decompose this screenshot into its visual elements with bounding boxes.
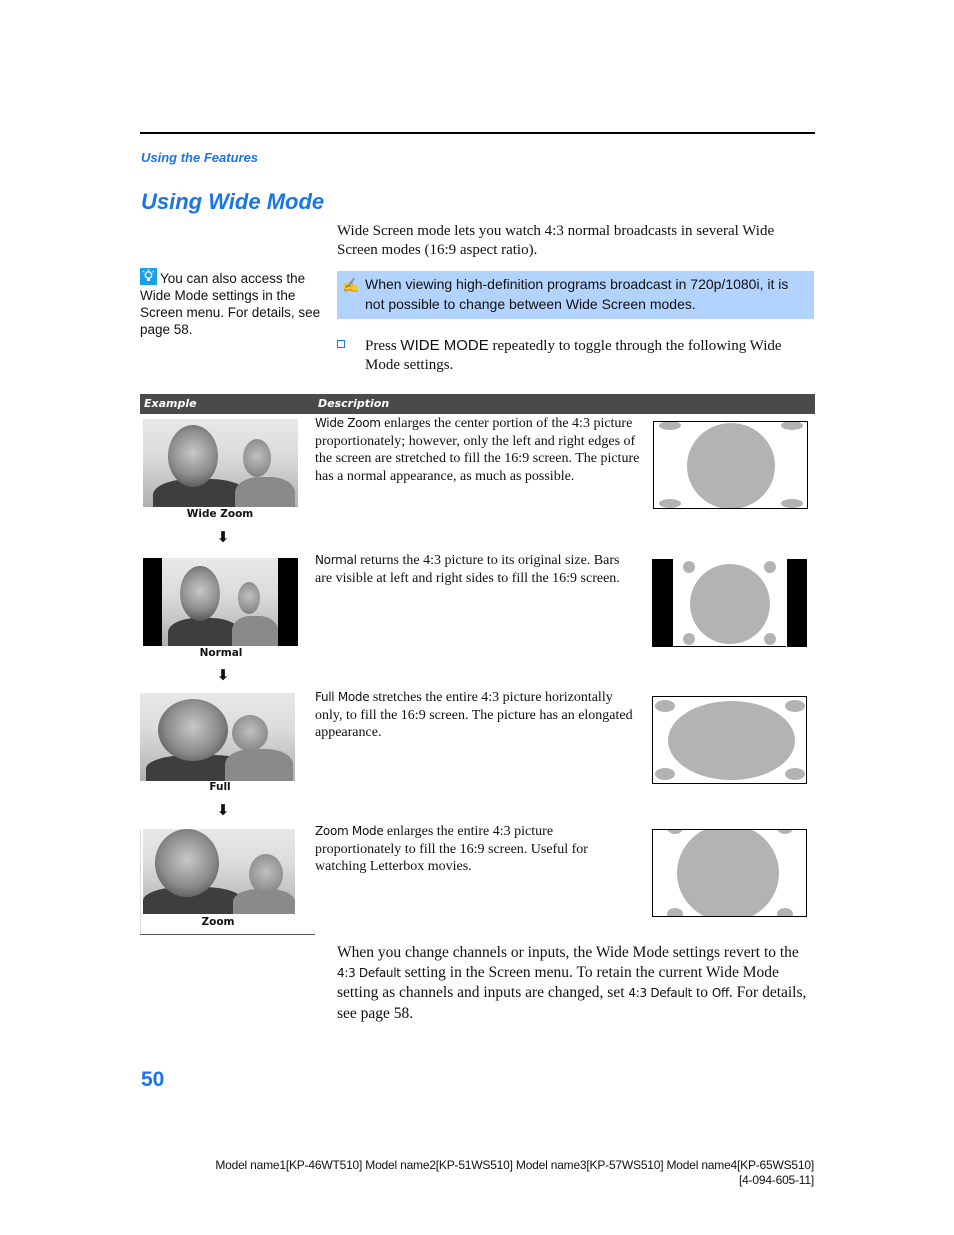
example-caption: Zoom [201,916,235,928]
page-title: Using Wide Mode [141,189,325,214]
setting-name: 4:3 Default [337,965,401,980]
full-diagram [652,696,807,784]
footer-doc-code: [4-094-605-11] [738,1173,814,1187]
normal-diagram [652,559,807,647]
tip-sidebar: You can also access the Wide Mode settin… [140,268,335,338]
wide-zoom-example-photo [143,419,298,507]
lightbulb-tip-icon [140,268,157,285]
example-caption: Wide Zoom [186,508,254,520]
example-caption: Normal [199,647,243,659]
table-bottom-rule [140,934,315,935]
mode-description: Zoom Mode enlarges the entire 4:3 pictur… [315,823,640,876]
mode-name: Normal [315,553,357,567]
mode-description: Full Mode stretches the entire 4:3 pictu… [315,689,640,742]
wide-mode-button-name: WIDE MODE [400,337,489,354]
mode-name: Wide Zoom [315,416,381,430]
wide-zoom-diagram [653,421,808,509]
section-label: Using the Features [141,150,259,165]
page-number: 50 [141,1068,165,1091]
checkbox-bullet-icon [337,340,345,348]
table-header: Example Description [140,394,815,414]
closing-text-1: When you change channels or inputs, the … [337,944,799,961]
mode-description: Normal returns the 4:3 picture to its or… [315,552,640,587]
footer-models: Model name1[KP-46WT510] Model name2[KP-5… [215,1158,814,1172]
mode-name: Full Mode [315,690,370,704]
down-arrow-icon: ⬇ [216,801,230,819]
closing-paragraph: When you change channels or inputs, the … [337,943,815,1023]
mode-description-text: returns the 4:3 picture to its original … [315,553,620,586]
zoom-diagram [652,829,807,917]
tip-text: You can also access the Wide Mode settin… [140,271,321,337]
footer: Model name1[KP-46WT510] Model name2[KP-5… [215,1158,814,1188]
setting-name: 4:3 Default [628,986,693,1000]
down-arrow-icon: ⬇ [216,666,230,684]
example-caption: Full [209,781,231,793]
header-rule [140,132,815,134]
step-text: Press WIDE MODE repeatedly to toggle thr… [365,336,815,375]
mode-name: Zoom Mode [315,824,384,838]
column-header-example: Example [144,397,197,410]
normal-example-photo [143,558,298,646]
mode-description: Wide Zoom enlarges the center portion of… [315,415,640,485]
note-box: ✍ When viewing high-definition programs … [337,271,814,319]
intro-paragraph: Wide Screen mode lets you watch 4:3 norm… [337,223,775,258]
down-arrow-icon: ⬇ [216,528,230,546]
closing-text-3: to [692,984,712,1001]
step-instruction: Press WIDE MODE repeatedly to toggle thr… [337,336,815,375]
column-header-description: Description [318,397,390,410]
step-prefix: Press [365,338,401,354]
zoom-example-photo [143,829,295,914]
full-example-photo [140,693,295,781]
setting-value: Off [711,986,729,1000]
note-text: When viewing high-definition programs br… [365,276,789,312]
pencil-note-icon: ✍ [342,277,360,293]
